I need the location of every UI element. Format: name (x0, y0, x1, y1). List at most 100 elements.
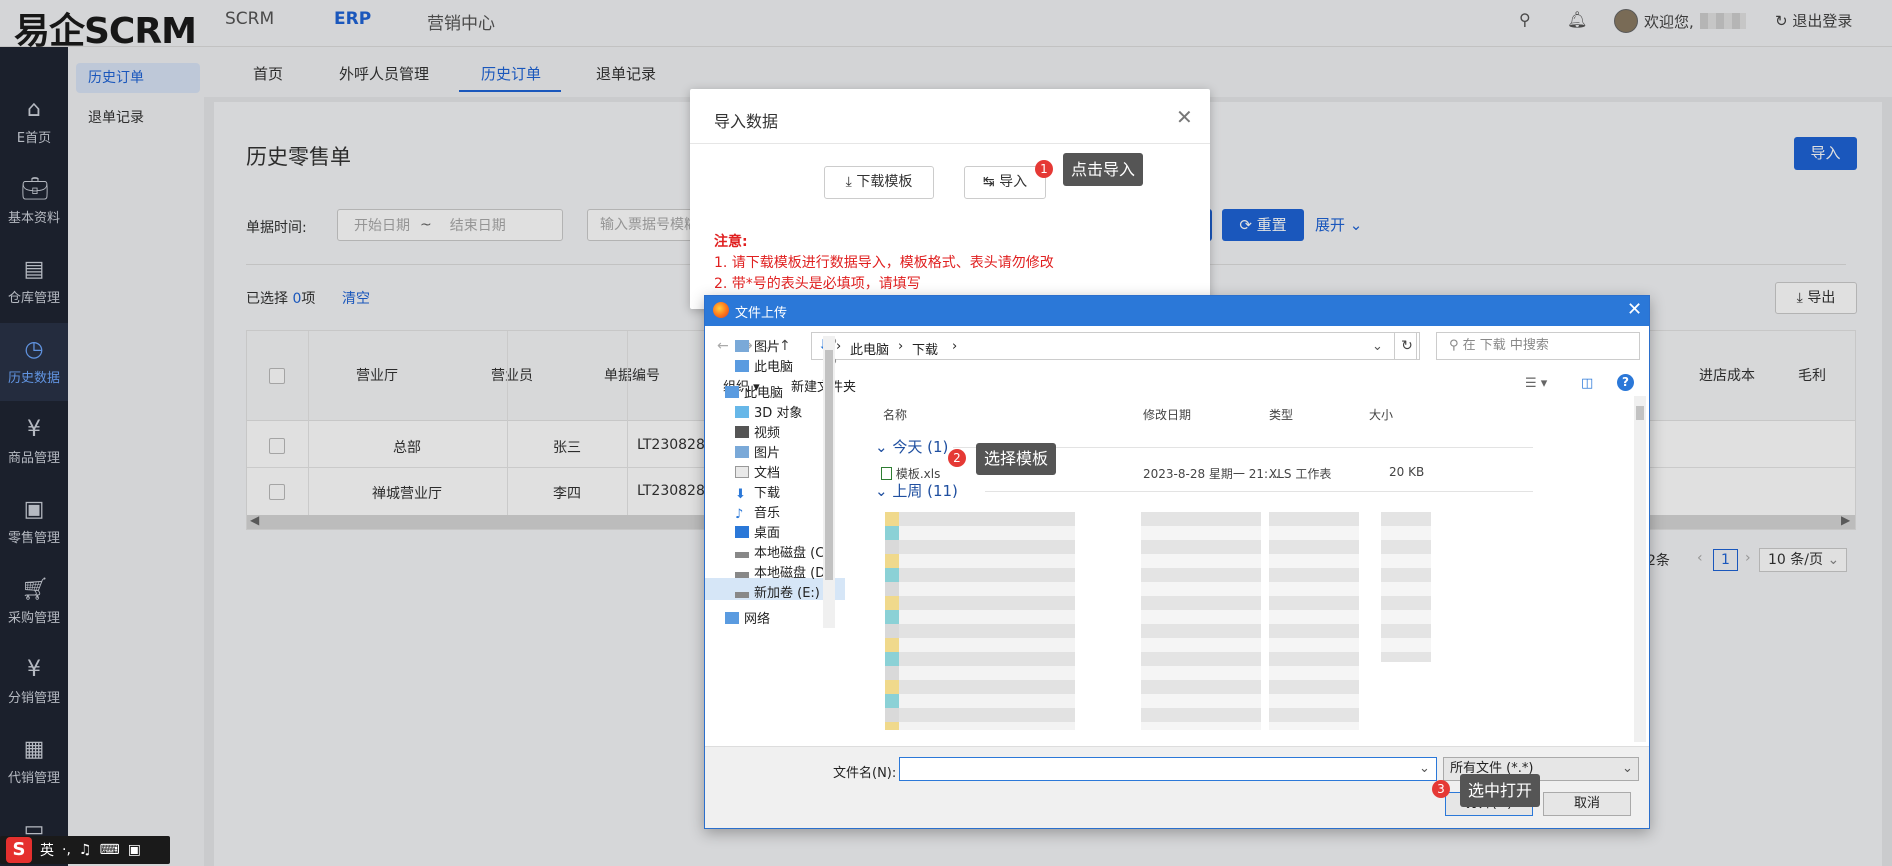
view-options-icon[interactable]: ☰ ▾ (1525, 376, 1547, 391)
tree-label: 网络 (744, 612, 771, 627)
download-template-button[interactable]: ⤓ 下载模板 (824, 166, 934, 199)
cancel-button[interactable]: 取消 (1543, 792, 1631, 816)
tree-label: 下载 (754, 486, 781, 501)
import-icon: ↹ (982, 174, 995, 190)
callout-tip-1: 点击导入 (1063, 153, 1144, 186)
import-data-modal: 导入数据 ✕ ⤓ 下载模板 ↹ 导入 注意: 1. 请下载模板进行数据导入，模板… (690, 89, 1210, 309)
tree-item-drive-d[interactable]: 本地磁盘 (D:) (735, 562, 835, 581)
group-last-week[interactable]: ⌄ 上周 (11) (875, 480, 958, 501)
dialog-titlebar: 文件上传 ✕ (705, 296, 1649, 326)
pc-icon (725, 386, 739, 398)
download-template-label: 下载模板 (856, 174, 913, 190)
col-header-name[interactable]: 名称 (883, 406, 907, 423)
video-icon (735, 426, 749, 438)
modal-import-button[interactable]: ↹ 导入 (964, 166, 1046, 199)
file-date: 2023-8-28 星期一 21:... (1143, 467, 1280, 481)
network-icon (725, 612, 739, 624)
redacted-file-icons (885, 512, 899, 730)
filename-input[interactable] (899, 757, 1437, 781)
drive-icon (735, 552, 749, 558)
note-title: 注意: (714, 234, 748, 250)
path-separator: › (952, 339, 958, 354)
path-segment-downloads[interactable]: 下载 (912, 339, 938, 358)
tree-item-music[interactable]: ♪ 音乐 (735, 502, 781, 522)
tree-label: 新加卷 (E:) (754, 586, 820, 601)
up-arrow-icon[interactable]: ↑ (779, 338, 791, 354)
tree-item-network[interactable]: 网络 (725, 608, 770, 627)
dialog-title: 文件上传 (735, 306, 788, 321)
callout-tip-2: 选择模板 (976, 443, 1057, 475)
drive-icon (735, 572, 749, 578)
col-header-type[interactable]: 类型 (1269, 406, 1293, 423)
group-today[interactable]: ⌄ 今天 (1) (875, 436, 948, 457)
file-type: XLS 工作表 (1269, 467, 1332, 481)
close-icon[interactable]: ✕ (1627, 299, 1642, 320)
music-icon: ♪ (735, 507, 744, 522)
pictures-icon (735, 340, 749, 352)
close-icon[interactable]: ✕ (1176, 105, 1193, 129)
tree-label: 视频 (754, 426, 781, 441)
tree-scrollbar[interactable] (823, 336, 835, 628)
chevron-down-icon[interactable]: ⌄ (1419, 761, 1430, 776)
tree-label: 此电脑 (744, 386, 784, 401)
file-size: 20 KB (1389, 465, 1425, 479)
file-upload-dialog: 文件上传 ✕ ← → ⌄ ↑ ⬇ › 此电脑 › 下载 › ⌄ ↻ ⚲ 在 下载… (704, 295, 1650, 829)
preview-pane-icon[interactable]: ◫ (1581, 376, 1593, 391)
refresh-button[interactable]: ↻ (1394, 332, 1420, 360)
cube-icon (735, 406, 749, 418)
tree-label: 3D 对象 (754, 406, 803, 421)
keyboard-icon[interactable]: ⌨ (99, 842, 119, 858)
folder-search-input[interactable]: ⚲ 在 下载 中搜索 (1436, 332, 1640, 360)
tree-item-pictures[interactable]: 图片 (735, 442, 780, 461)
pictures-icon (735, 446, 749, 458)
pc-icon (735, 360, 749, 372)
back-arrow-icon[interactable]: ← (717, 338, 729, 354)
tree-label: 音乐 (754, 506, 781, 521)
tree-item-pc-pinned[interactable]: 此电脑 (735, 356, 793, 375)
note-line-2: 2. 带*号的表头是必填项，请填写 (714, 276, 921, 292)
modal-title: 导入数据 (714, 112, 779, 131)
file-list-scrollbar[interactable] (1634, 396, 1646, 742)
redacted-file-sizes (1381, 512, 1431, 662)
path-separator: › (898, 339, 904, 354)
modal-divider (690, 143, 1210, 144)
tree-label: 图片 (754, 340, 781, 355)
tree-item-desktop[interactable]: 桌面 (735, 522, 780, 541)
path-segment-pc[interactable]: 此电脑 (850, 339, 889, 358)
callout-tip-3: 选中打开 (1460, 774, 1541, 807)
tree-item-drive-e[interactable]: 新加卷 (E:) (735, 582, 820, 601)
tree-item-downloads[interactable]: ⬇ 下载 (735, 482, 781, 502)
skin-icon[interactable]: ▣ (128, 842, 141, 858)
desktop-icon (735, 526, 749, 538)
group-last-week-label: 上周 (11) (892, 482, 958, 500)
tree-item-documents[interactable]: 文档 (735, 462, 780, 481)
file-list-scroll-thumb[interactable] (1636, 406, 1644, 420)
tree-item-videos[interactable]: 视频 (735, 422, 780, 441)
col-header-modified[interactable]: 修改日期 (1143, 406, 1191, 423)
tree-item-this-pc[interactable]: 此电脑 (725, 382, 783, 401)
address-bar[interactable]: ⬇ › 此电脑 › 下载 › ⌄ (811, 332, 1417, 360)
chevron-down-icon[interactable]: ⌄ (1372, 339, 1383, 354)
tree-item-3d-objects[interactable]: 3D 对象 (735, 402, 802, 421)
ime-toolbar[interactable]: S 英 ·, ♫ ⌨ ▣ (0, 836, 170, 864)
punctuation-icon[interactable]: ·, (62, 842, 71, 858)
tree-scroll-thumb[interactable] (825, 350, 833, 580)
tree-item-drive-c[interactable]: 本地磁盘 (C:) (735, 542, 834, 561)
col-header-size[interactable]: 大小 (1369, 406, 1393, 423)
microphone-icon[interactable]: ♫ (79, 842, 92, 858)
redacted-file-list (885, 512, 1075, 730)
drive-icon (735, 592, 749, 598)
ime-mode[interactable]: 英 (40, 840, 54, 860)
download-icon: ⬇ (735, 487, 746, 502)
tree-label: 图片 (754, 446, 781, 461)
callout-badge-3: 3 (1432, 780, 1450, 798)
excel-file-icon (881, 467, 892, 480)
help-icon[interactable]: ? (1617, 374, 1634, 391)
tree-item-pictures-pinned[interactable]: 图片 (735, 336, 780, 355)
redacted-file-types (1269, 512, 1359, 730)
file-name: 模板.xls (895, 467, 941, 481)
sogou-logo-icon: S (6, 837, 32, 863)
callout-badge-1: 1 (1035, 160, 1053, 178)
firefox-icon (713, 302, 729, 318)
group-today-label: 今天 (1) (892, 438, 949, 456)
